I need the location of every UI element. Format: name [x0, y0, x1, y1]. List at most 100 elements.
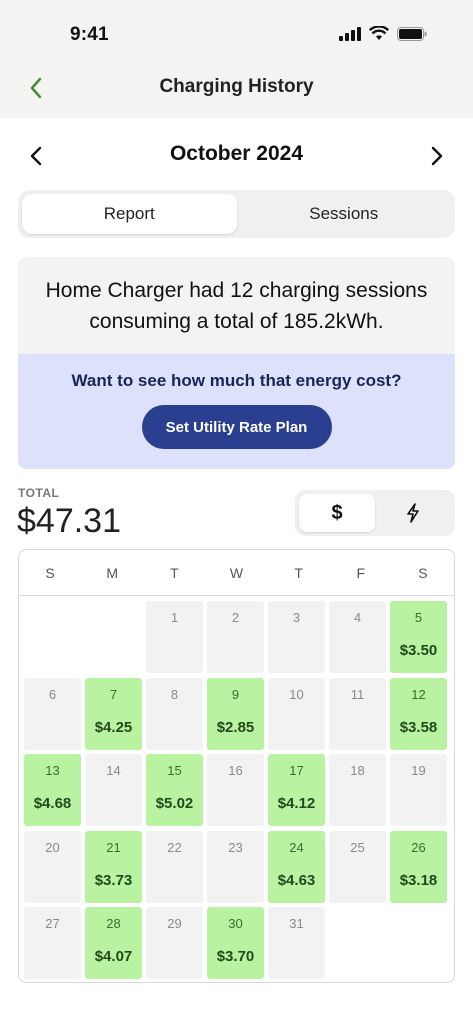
summary-text: Home Charger had 12 charging sessions co…	[45, 278, 428, 333]
day-number: 4	[353, 610, 362, 625]
weekday-label: F	[356, 564, 366, 581]
calendar-day[interactable]: 11	[329, 677, 386, 750]
day-number: 9	[231, 686, 240, 702]
total-label: TOTAL	[18, 486, 60, 500]
day-number: 18	[350, 763, 365, 778]
calendar-day[interactable]: 17 $4.12	[268, 754, 325, 826]
day-number: 19	[411, 763, 426, 778]
calendar-day[interactable]: 1	[146, 601, 203, 673]
nav-bar: Charging History	[0, 70, 473, 118]
cost-toggle-button[interactable]: $	[299, 494, 375, 532]
status-icons	[339, 25, 427, 46]
view-tabs: Report Sessions	[18, 190, 455, 238]
day-cost: $4.68	[33, 795, 72, 812]
day-number: 27	[45, 916, 60, 931]
calendar-day[interactable]: 19	[390, 754, 447, 826]
weekday-label: S	[45, 564, 55, 581]
calendar-day[interactable]: 7 $4.25	[85, 677, 142, 750]
day-cost: $4.12	[277, 795, 316, 812]
tab-sessions[interactable]: Sessions	[237, 194, 452, 234]
day-cost: $3.50	[399, 642, 438, 659]
calendar-day[interactable]: 5 $3.50	[390, 601, 447, 673]
promo-question: Want to see how much that energy cost?	[71, 371, 402, 390]
day-number: 1	[170, 610, 179, 625]
day-number: 5	[414, 610, 423, 625]
day-cost: $3.18	[399, 871, 438, 889]
day-cost: $4.63	[277, 871, 316, 889]
calendar-day[interactable]: 12 $3.58	[390, 677, 447, 750]
calendar-day[interactable]: 2	[207, 601, 264, 673]
calendar-day[interactable]: 10	[268, 677, 325, 750]
total-value: $47.31	[17, 502, 121, 540]
calendar-day[interactable]: 26 $3.18	[390, 830, 447, 903]
weekday-label: T	[170, 564, 179, 581]
calendar-day[interactable]: 9 $2.85	[207, 677, 264, 750]
chevron-right-icon	[431, 146, 443, 166]
day-number: 22	[167, 839, 182, 855]
day-number: 17	[289, 763, 304, 778]
day-number: 16	[228, 763, 243, 778]
calendar-day[interactable]: 24 $4.63	[268, 830, 325, 903]
calendar-day[interactable]: 6	[24, 677, 81, 750]
unit-toggle: $	[295, 490, 455, 536]
day-number: 11	[350, 686, 365, 702]
weekday-label: M	[106, 564, 119, 581]
calendar-day[interactable]: 21 $3.73	[85, 830, 142, 903]
set-utility-rate-plan-button[interactable]: Set Utility Rate Plan	[141, 405, 332, 449]
day-cost: $4.25	[94, 718, 133, 736]
day-cost: $4.07	[94, 948, 133, 965]
bolt-icon	[407, 503, 419, 523]
energy-toggle-button[interactable]	[375, 494, 451, 532]
day-number: 25	[350, 839, 365, 855]
day-cost: $5.02	[155, 795, 194, 812]
calendar-day[interactable]: 25	[329, 830, 386, 903]
day-cost: $2.85	[216, 718, 255, 736]
calendar-day[interactable]: 23	[207, 830, 264, 903]
page-title: Charging History	[159, 76, 314, 97]
calendar-day[interactable]: 3	[268, 601, 325, 673]
status-time: 9:41	[70, 24, 109, 45]
calendar-day[interactable]: 4	[329, 601, 386, 673]
weekday-label: S	[418, 564, 428, 581]
header: 9:41 Charging History	[0, 0, 473, 118]
calendar-day[interactable]: 28 $4.07	[85, 907, 142, 979]
weekday-label: T	[294, 564, 303, 581]
calendar-day[interactable]: 27	[24, 907, 81, 979]
day-number: 6	[48, 686, 57, 702]
calendar-day[interactable]: 14	[85, 754, 142, 826]
weekday-header: S M T W T F S	[19, 550, 454, 596]
calendar-day[interactable]: 15 $5.02	[146, 754, 203, 826]
day-cost: $3.58	[399, 718, 438, 736]
day-number: 14	[106, 763, 121, 778]
day-number: 20	[45, 839, 60, 855]
day-number: 29	[167, 916, 182, 931]
calendar-day[interactable]: 18	[329, 754, 386, 826]
month-selector: October 2024	[0, 136, 473, 176]
calendar-day[interactable]: 8	[146, 677, 203, 750]
day-number: 26	[411, 839, 426, 855]
day-number: 7	[109, 686, 118, 702]
day-number: 24	[289, 839, 304, 855]
day-number: 15	[167, 763, 182, 778]
day-number: 31	[289, 916, 304, 931]
calendar-day[interactable]: 30 $3.70	[207, 907, 264, 979]
summary-card: Home Charger had 12 charging sessions co…	[18, 257, 455, 469]
tab-report[interactable]: Report	[22, 194, 237, 234]
calendar-day[interactable]: 22	[146, 830, 203, 903]
day-number: 21	[106, 839, 121, 855]
signal-icon	[339, 26, 361, 46]
day-number: 13	[45, 763, 60, 778]
calendar: S M T W T F S 1 2 3 4 5 $3.50 6 7 $4.25 8 9 $2.85 10…	[18, 549, 455, 983]
next-month-button[interactable]	[425, 144, 449, 168]
calendar-day[interactable]: 20	[24, 830, 81, 903]
day-number: 10	[289, 686, 304, 702]
day-number: 30	[228, 916, 243, 931]
calendar-day[interactable]: 29	[146, 907, 203, 979]
calendar-day[interactable]: 16	[207, 754, 264, 826]
day-number: 23	[228, 839, 243, 855]
calendar-day[interactable]: 13 $4.68	[24, 754, 81, 826]
calendar-day[interactable]: 31	[268, 907, 325, 979]
status-bar: 9:41	[0, 0, 473, 70]
wifi-icon	[368, 25, 390, 46]
day-number: 3	[292, 610, 301, 625]
